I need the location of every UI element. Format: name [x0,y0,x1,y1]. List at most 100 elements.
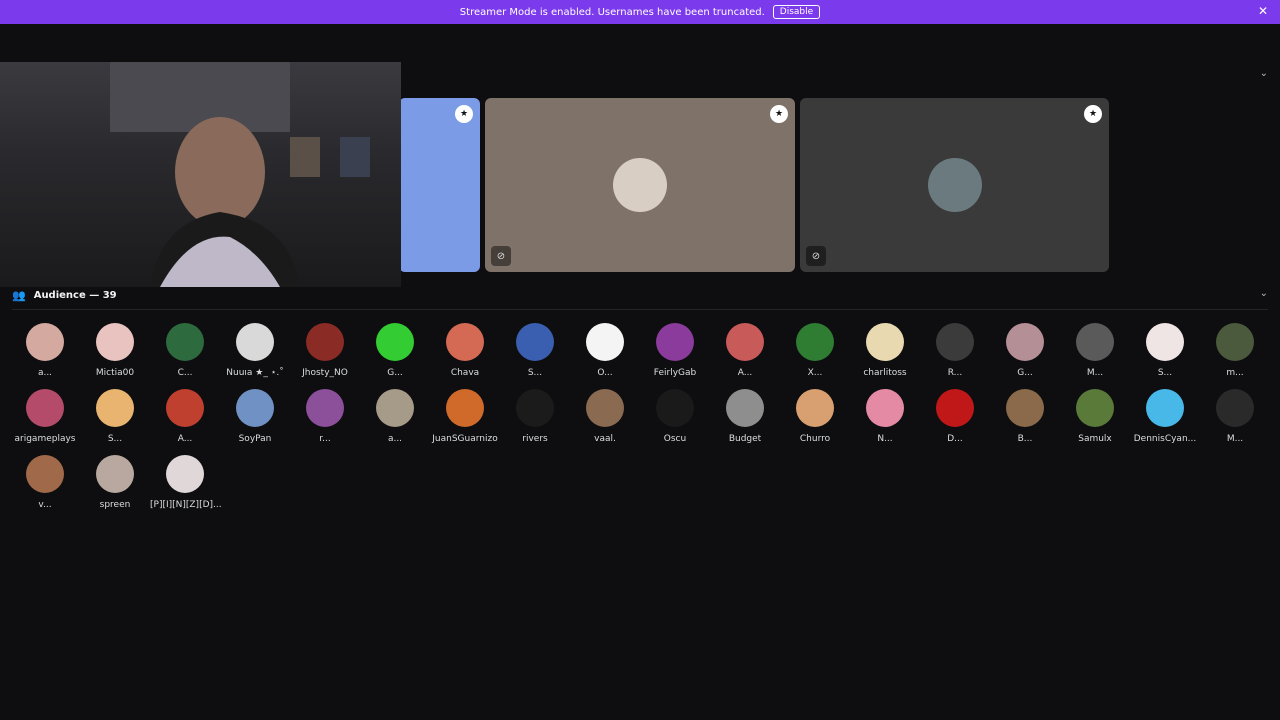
audience-member[interactable]: D... [920,389,990,449]
stage-tile[interactable]: ★ ⊘ [800,98,1109,272]
member-name: M... [1226,434,1244,444]
avatar [166,455,204,493]
member-name: SoyPan [238,434,272,444]
audience-member[interactable]: rivers [500,389,570,449]
audience-member[interactable]: arigameplays [10,389,80,449]
audience-member[interactable]: Oscu [640,389,710,449]
audience-member[interactable]: X... [780,323,850,383]
avatar [236,389,274,427]
audience-member[interactable]: SoyPan [220,389,290,449]
avatar [446,323,484,361]
audience-member[interactable]: S... [80,389,150,449]
audience-member[interactable]: [P][I][N][Z][D]... [150,455,222,515]
member-name: Samulx [1078,434,1112,444]
audience-member[interactable]: Nuuıa ★_ ⋆.˚ [220,323,290,383]
audience-member[interactable]: O... [570,323,640,383]
audience-member[interactable]: S... [1130,323,1200,383]
stage-tile[interactable]: ★ ⊘ [485,98,795,272]
audience-member[interactable]: Churro [780,389,850,449]
audience-member[interactable]: a... [10,323,80,383]
audience-member[interactable]: v... [10,455,80,515]
member-name: JuanSGuarnizo [432,434,498,444]
audience-member[interactable]: Mictia00 [80,323,150,383]
audience-member[interactable]: B... [990,389,1060,449]
member-name: [P][I][N][Z][D]... [150,500,222,510]
member-name: Jhosty_NO [302,368,348,378]
audience-member[interactable]: Samulx [1060,389,1130,449]
avatar [516,389,554,427]
avatar [26,455,64,493]
audience-member[interactable]: C... [150,323,220,383]
avatar [446,389,484,427]
disable-button[interactable]: Disable [772,5,821,19]
audience-member[interactable]: a... [360,389,430,449]
audience-member[interactable]: R... [920,323,990,383]
audience-member[interactable]: S... [500,323,570,383]
member-name: DennisCyan... [1133,434,1197,444]
audience-member[interactable]: r... [290,389,360,449]
member-name: spreen [99,500,131,510]
audience-member[interactable]: charlitoss [850,323,920,383]
avatar [376,389,414,427]
audience-member[interactable]: Jhosty_NO [290,323,360,383]
audience-label: Audience — 39 [33,289,117,301]
member-name: v... [38,500,52,510]
member-name: Mictia00 [95,368,135,378]
member-name: G... [1017,368,1033,378]
audience-member[interactable]: A... [710,323,780,383]
avatar [306,323,344,361]
banner-text: Streamer Mode is enabled. Usernames have… [459,6,765,18]
member-name: O... [597,368,613,378]
audience-member[interactable]: A... [150,389,220,449]
member-name: a... [37,368,53,378]
audience-member[interactable]: Chava [430,323,500,383]
avatar [726,389,764,427]
streamer-mode-banner: Streamer Mode is enabled. Usernames have… [0,0,1280,24]
audience-member[interactable]: m... [1200,323,1270,383]
audience-member[interactable]: FeirlyGab [640,323,710,383]
audience-member[interactable]: Budget [710,389,780,449]
avatar [96,323,134,361]
audience-member[interactable]: M... [1200,389,1270,449]
member-name: D... [947,434,963,444]
close-icon[interactable]: ✕ [1258,4,1268,18]
avatar [1076,323,1114,361]
member-name: X... [807,368,823,378]
avatar [26,323,64,361]
member-name: a... [387,434,403,444]
avatar [26,389,64,427]
chevron-down-icon[interactable]: ⌄ [1260,68,1268,79]
member-name: Chava [450,368,480,378]
avatar [1076,389,1114,427]
audience-member[interactable]: DennisCyan... [1130,389,1200,449]
camera-video[interactable] [0,62,401,287]
audience-member[interactable]: JuanSGuarnizo [430,389,500,449]
avatar [613,158,667,212]
audience-member[interactable]: N... [850,389,920,449]
audience-member[interactable]: M... [1060,323,1130,383]
audience-member[interactable]: G... [990,323,1060,383]
muted-mic-icon: ⊘ [806,246,826,266]
avatar [1006,389,1044,427]
muted-mic-icon: ⊘ [491,246,511,266]
avatar [586,323,624,361]
audience-member[interactable]: spreen [80,455,150,515]
member-name: M... [1086,368,1104,378]
divider [12,309,1268,310]
stage-tile[interactable]: ★ [399,98,480,272]
member-name: S... [1157,368,1173,378]
avatar [516,323,554,361]
avatar [1146,323,1184,361]
moderator-badge-icon: ★ [455,105,473,123]
audience-icon: 👥 [12,288,26,302]
avatar [796,323,834,361]
audience-member[interactable]: G... [360,323,430,383]
chevron-down-icon[interactable]: ⌄ [1260,288,1268,299]
avatar [96,455,134,493]
audience-header[interactable]: 👥 Audience — 39 ⌄ [0,284,1280,306]
audience-member[interactable]: vaal. [570,389,640,449]
member-name: vaal. [594,434,616,444]
member-name: Churro [799,434,831,444]
avatar [936,323,974,361]
avatar [1006,323,1044,361]
